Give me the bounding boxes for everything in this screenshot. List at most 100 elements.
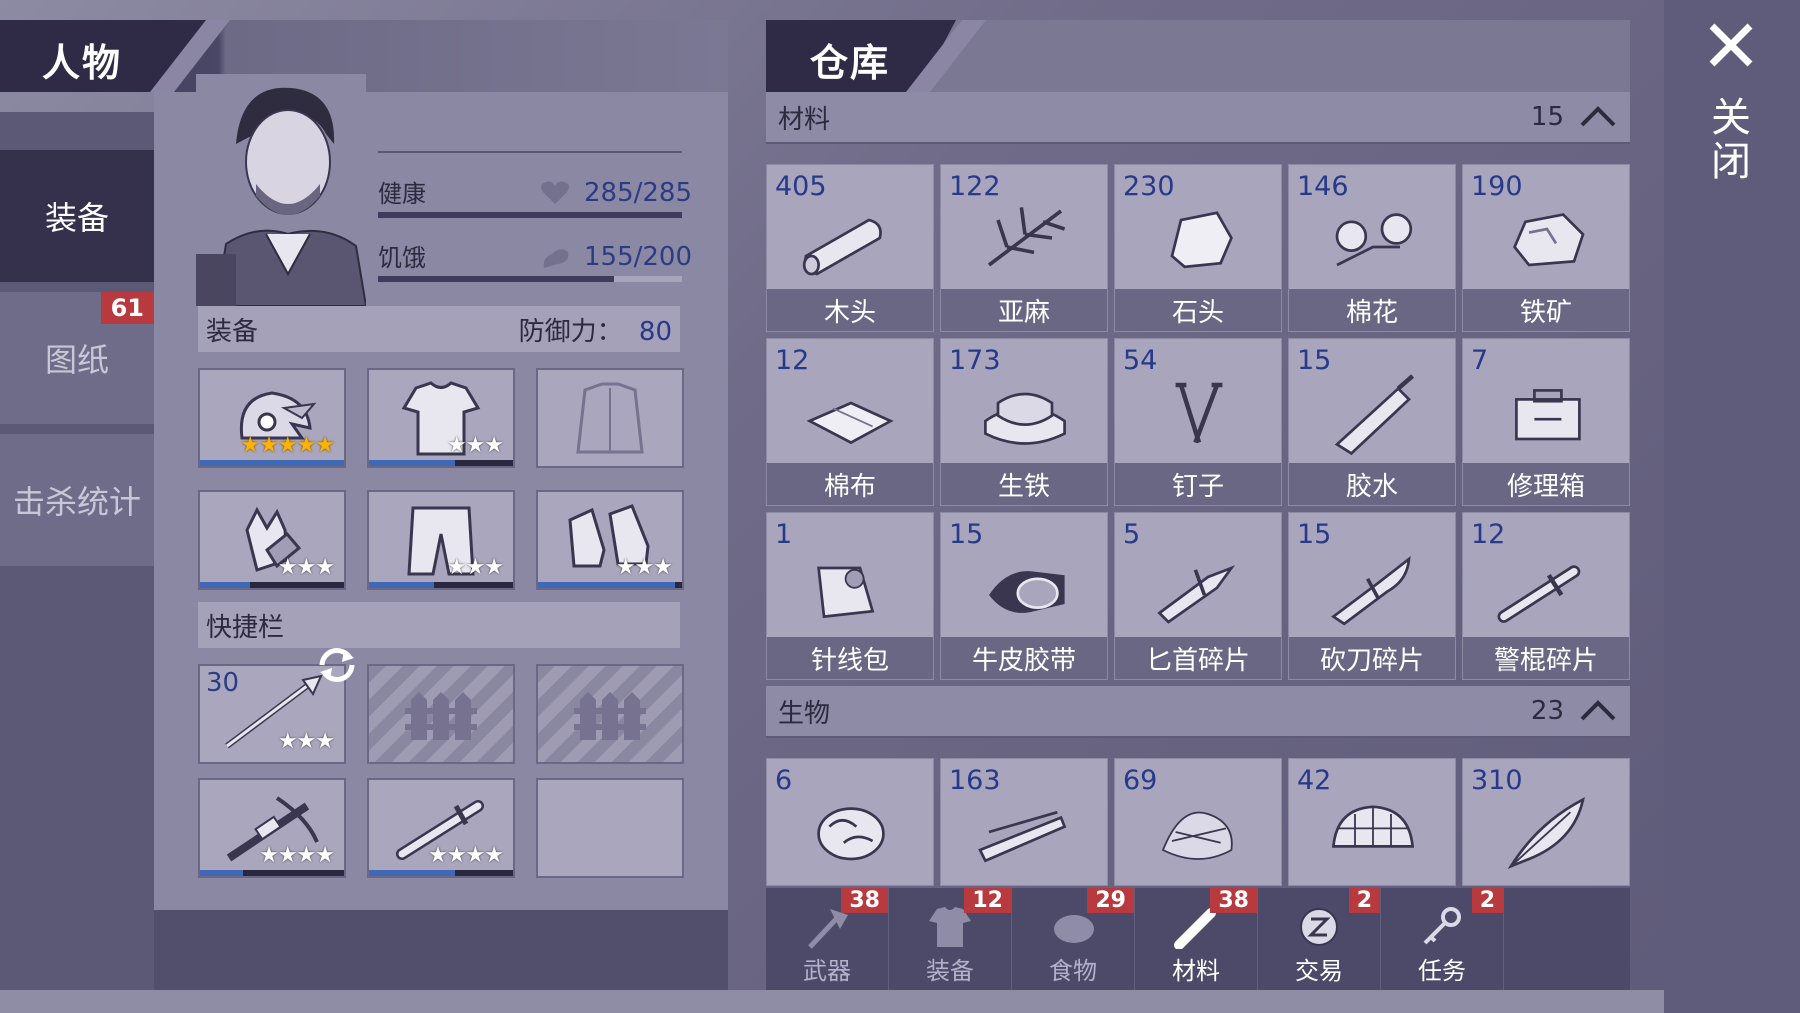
- material-item[interactable]: 15 牛皮胶带: [940, 512, 1108, 680]
- material-item[interactable]: 190 铁矿: [1462, 164, 1630, 332]
- equip-slot-helmet[interactable]: ★★★★★: [198, 368, 346, 468]
- bio-item[interactable]: 69: [1114, 758, 1282, 886]
- materials-count: 15: [1530, 102, 1564, 132]
- tab-quests[interactable]: 2 任务: [1381, 888, 1504, 990]
- equip-slot-pants[interactable]: ★★★: [367, 490, 515, 590]
- pig-iron-icon: [984, 392, 1066, 445]
- close-icon[interactable]: [1706, 20, 1756, 70]
- turtle-shell-icon: [1331, 805, 1415, 848]
- durability-fill: [200, 870, 244, 876]
- material-item[interactable]: 173 生铁: [940, 338, 1108, 506]
- swap-icon[interactable]: [312, 640, 362, 690]
- material-item[interactable]: 54 钉子: [1114, 338, 1282, 506]
- material-item[interactable]: 15 胶水: [1288, 338, 1456, 506]
- repair-kit-icon: [1515, 389, 1581, 441]
- quick-slot-crossbow[interactable]: ★★★★: [198, 778, 346, 878]
- durability-bar: [369, 582, 513, 588]
- item-name: 棉花: [1289, 289, 1455, 331]
- bio-count-group: 23: [1531, 696, 1618, 726]
- side-tab-kill-stats[interactable]: 击杀统计: [0, 434, 154, 566]
- side-tab-label: 装备: [44, 199, 109, 237]
- tab-label: 食物: [1049, 957, 1097, 985]
- drumstick-icon: [543, 249, 569, 268]
- tab-label: 装备: [926, 957, 974, 985]
- durability-bar: [200, 582, 344, 588]
- material-item[interactable]: 146 棉花: [1288, 164, 1456, 332]
- material-item[interactable]: 230 石头: [1114, 164, 1282, 332]
- bio-item[interactable]: 310: [1462, 758, 1630, 886]
- side-tab-equipment[interactable]: 装备: [0, 150, 154, 282]
- durability-bar: [538, 582, 682, 588]
- quick-slot-locked[interactable]: [367, 664, 515, 764]
- quick-slot-locked[interactable]: [536, 664, 684, 764]
- item-name: 修理箱: [1463, 463, 1629, 505]
- equip-slot-jacket[interactable]: [536, 368, 684, 468]
- fur-icon: [1161, 811, 1233, 860]
- material-item[interactable]: 5 匕首碎片: [1114, 512, 1282, 680]
- tab-badge: 2: [1348, 888, 1380, 913]
- item-name: 警棍碎片: [1463, 637, 1629, 679]
- bio-item[interactable]: 6: [766, 758, 934, 886]
- tab-badge: 2: [1471, 888, 1503, 913]
- equip-slot-gloves[interactable]: ★★★: [198, 490, 346, 590]
- tab-materials[interactable]: 38 材料: [1135, 888, 1258, 990]
- item-name: 砍刀碎片: [1289, 637, 1455, 679]
- tab-badge: 12: [964, 888, 1011, 913]
- material-item[interactable]: 12 棉布: [766, 338, 934, 506]
- material-item[interactable]: 12 警棍碎片: [1462, 512, 1630, 680]
- chevron-up-icon[interactable]: [1578, 105, 1618, 129]
- health-bar: [378, 212, 682, 218]
- hunger-bar: [378, 276, 682, 282]
- chevron-up-icon[interactable]: [1578, 699, 1618, 723]
- close-label[interactable]: 关闭: [1704, 96, 1756, 184]
- equip-slot-boots[interactable]: ★★★: [536, 490, 684, 590]
- materials-category-bar[interactable]: 材料 15: [766, 92, 1630, 144]
- item-count: 5: [1123, 519, 1141, 550]
- materials-count-group: 15: [1531, 102, 1618, 132]
- tab-weapons[interactable]: 38 武器: [766, 888, 889, 990]
- bio-category-bar[interactable]: 生物 23: [766, 686, 1630, 738]
- durability-bar: [369, 460, 513, 466]
- duct-tape-icon: [989, 571, 1065, 613]
- tab-food[interactable]: 29 食物: [1012, 888, 1135, 990]
- item-name: 胶水: [1289, 463, 1455, 505]
- storage-panel: 仓库 材料 15 405 木头 122 亚麻 230 石头 146 棉花 190 铁矿 12 棉布 17…: [766, 20, 1630, 990]
- glue-icon: [1334, 374, 1415, 456]
- wood-icon: [802, 218, 882, 276]
- iron-ore-icon: [1513, 213, 1585, 267]
- material-item[interactable]: 405 木头: [766, 164, 934, 332]
- item-count: 7: [1471, 345, 1489, 376]
- durability-bar: [200, 870, 344, 876]
- side-tab-label: 图纸: [44, 341, 109, 379]
- item-name: 木头: [767, 289, 933, 331]
- flax-icon: [987, 207, 1066, 267]
- bio-item[interactable]: 42: [1288, 758, 1456, 886]
- side-tab-blueprints[interactable]: 图纸 61: [0, 292, 154, 424]
- material-item[interactable]: 7 修理箱: [1462, 338, 1630, 506]
- feather-icon: [1507, 797, 1585, 869]
- machete-fragment-icon: [1331, 556, 1411, 626]
- material-item[interactable]: 1 针线包: [766, 512, 934, 680]
- bottom-strip: [0, 990, 1664, 1013]
- quick-slot-baton[interactable]: ★★★★: [367, 778, 515, 878]
- brain-icon: [817, 807, 885, 861]
- cotton-icon: [1335, 213, 1413, 267]
- item-name: 铁矿: [1463, 289, 1629, 331]
- equip-slot-shirt[interactable]: ★★★: [367, 368, 515, 468]
- bio-item[interactable]: 163: [940, 758, 1108, 886]
- tab-trade[interactable]: 2 交易: [1258, 888, 1381, 990]
- item-name: 针线包: [767, 637, 933, 679]
- quick-slot-empty[interactable]: [536, 778, 684, 878]
- durability-fill: [538, 582, 675, 588]
- material-item[interactable]: 122 亚麻: [940, 164, 1108, 332]
- durability-fill: [369, 582, 434, 588]
- item-name: 钉子: [1115, 463, 1281, 505]
- tab-label: 材料: [1172, 957, 1220, 985]
- bio-count: 23: [1530, 696, 1564, 726]
- dagger-fragment-icon: [1157, 565, 1236, 624]
- tab-equipment[interactable]: 12 装备: [889, 888, 1012, 990]
- key-icon: [1423, 907, 1461, 945]
- material-item[interactable]: 15 砍刀碎片: [1288, 512, 1456, 680]
- materials-label: 材料: [778, 104, 831, 135]
- leather-strip-icon: [978, 810, 1067, 863]
